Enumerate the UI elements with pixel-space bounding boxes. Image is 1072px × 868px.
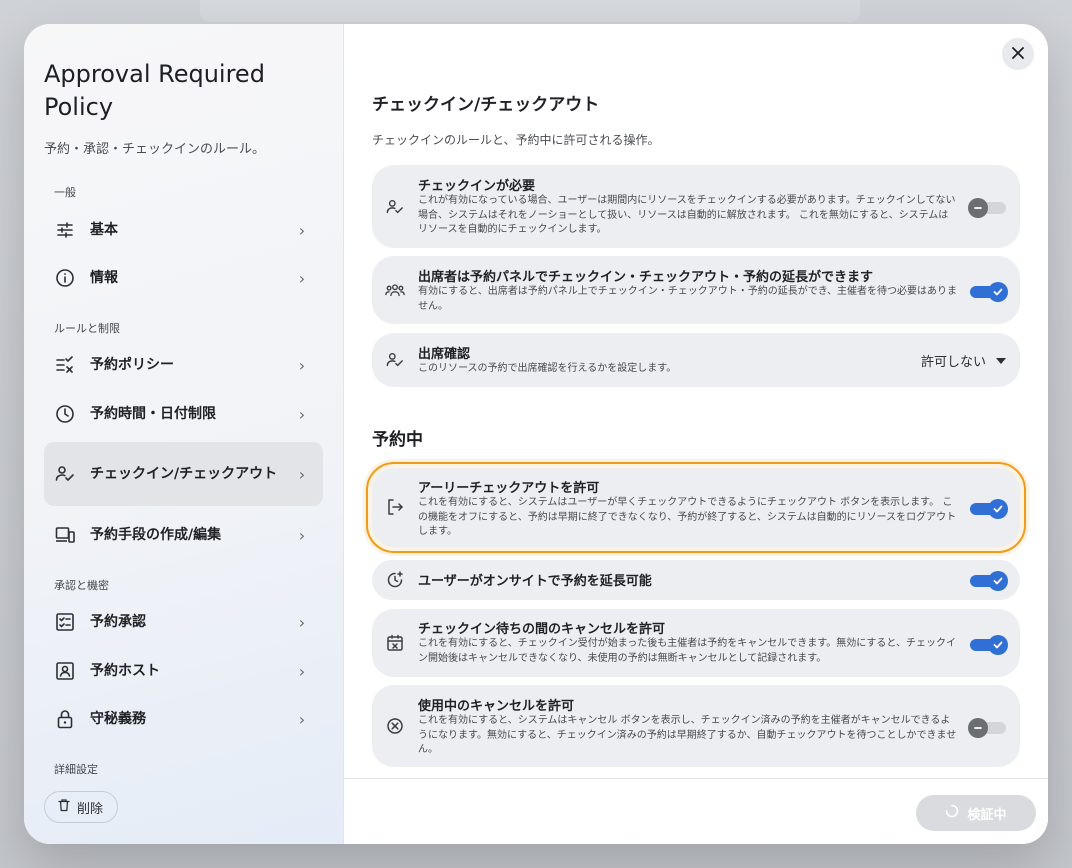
setting-card-checkin-required: チェックインが必要 これが有効になっている場合、ユーザーは期間内にリソースをチェ…: [372, 165, 1020, 248]
info-icon: [54, 267, 76, 289]
section-title-during-booking: 予約中: [372, 430, 423, 450]
trash-icon: [57, 798, 71, 816]
setting-title: ユーザーがオンサイトで予約を延長可能: [418, 574, 652, 589]
sidebar-item-booking-policy[interactable]: 予約ポリシー ›: [44, 343, 323, 387]
host-badge-icon: [54, 660, 76, 682]
chevron-right-icon: ›: [298, 661, 306, 681]
delete-label: 削除: [77, 801, 104, 817]
section-description-checkin: チェックインのルールと、予約中に許可される操作。: [372, 133, 660, 147]
setting-title: チェックインが必要: [418, 179, 536, 194]
modal-footer: 検証中: [344, 778, 1048, 844]
calendar-x-icon: [385, 633, 405, 653]
sidebar-item-booking-methods[interactable]: 予約手段の作成/編集 ›: [44, 513, 323, 557]
sidebar-item-label: 守秘義務: [90, 711, 146, 727]
sidebar-item-label: チェックイン/チェックアウト: [90, 466, 278, 482]
sidebar-item-label: 情報: [90, 270, 118, 286]
section-title-checkin: チェックイン/チェックアウト: [372, 95, 600, 115]
sidebar-item-booking-approval[interactable]: 予約承認 ›: [44, 600, 323, 644]
person-check-icon: [385, 197, 405, 217]
chevron-right-icon: ›: [298, 404, 306, 424]
logout-icon: [385, 497, 405, 517]
policy-modal: Approval Required Policy 予約・承認・チェックインのルー…: [24, 24, 1048, 844]
setting-title: アーリーチェックアウトを許可: [418, 481, 600, 496]
chevron-right-icon: ›: [298, 464, 306, 484]
page-subtitle: 予約・承認・チェックインのルール。: [44, 142, 266, 157]
setting-card-attendee-panel: 出席者は予約パネルでチェックイン・チェックアウト・予約の延長ができます 有効にす…: [372, 256, 1020, 324]
setting-title: 使用中のキャンセルを許可: [418, 699, 575, 714]
chevron-right-icon: ›: [298, 355, 306, 375]
early-checkout-toggle[interactable]: [970, 499, 1008, 519]
caret-down-icon: [996, 353, 1006, 368]
sidebar: Approval Required Policy 予約・承認・チェックインのルー…: [24, 24, 344, 844]
close-button[interactable]: [1002, 38, 1034, 70]
person-check-icon: [54, 463, 76, 485]
sidebar-item-info[interactable]: 情報 ›: [44, 256, 323, 300]
sidebar-item-booking-host[interactable]: 予約ホスト ›: [44, 649, 323, 693]
delete-button[interactable]: 削除: [44, 791, 119, 823]
chevron-right-icon: ›: [298, 612, 306, 632]
attendee-panel-toggle[interactable]: [970, 282, 1008, 302]
sidebar-item-time-limits[interactable]: 予約時間・日付制限 ›: [44, 392, 323, 436]
verify-button[interactable]: 検証中: [916, 795, 1036, 831]
sidebar-item-label: 基本: [90, 222, 118, 238]
background-bar: [200, 0, 860, 22]
cancel-in-use-toggle[interactable]: [968, 718, 1006, 738]
setting-description: これを有効にすると、システムはキャンセル ボタンを表示し、チェックイン済みの予約…: [418, 715, 957, 755]
attendance-confirmation-select[interactable]: 許可しない: [921, 351, 1006, 370]
sidebar-item-checkin-checkout[interactable]: チェックイン/チェックアウト ›: [44, 442, 323, 506]
chevron-right-icon: ›: [298, 525, 306, 545]
group-icon: [385, 280, 405, 300]
setting-card-cancel-in-use: 使用中のキャンセルを許可 これを有効にすると、システムはキャンセル ボタンを表示…: [372, 685, 1020, 767]
lock-icon: [54, 708, 76, 730]
sidebar-item-label: 予約ホスト: [90, 663, 160, 679]
section-label-approval: 承認と機密: [54, 579, 109, 592]
sidebar-item-label: 予約手段の作成/編集: [90, 527, 222, 543]
section-label-rules: ルールと制限: [54, 322, 120, 335]
setting-description: 有効にすると、出席者は予約パネル上でチェックイン・チェックアウト・予約の延長がで…: [418, 286, 957, 312]
verify-label: 検証中: [967, 807, 1007, 823]
chevron-right-icon: ›: [298, 709, 306, 729]
checkin-required-toggle[interactable]: [968, 198, 1006, 218]
onsite-extend-toggle[interactable]: [970, 571, 1008, 591]
spinner-icon: [945, 804, 959, 822]
section-label-general: 一般: [54, 186, 76, 199]
setting-description: このリソースの予約で出席確認を行えるかを設定します。: [418, 363, 677, 374]
setting-card-cancel-while-waiting: チェックイン待ちの間のキャンセルを許可 これを有効にすると、チェックイン受付が始…: [372, 609, 1020, 677]
setting-title: 出席確認: [418, 347, 471, 362]
chevron-right-icon: ›: [298, 220, 306, 240]
setting-description: これを有効にすると、チェックイン受付が始まった後も主催者は予約をキャンセルできま…: [418, 638, 956, 664]
setting-title: 出席者は予約パネルでチェックイン・チェックアウト・予約の延長ができます: [418, 270, 874, 285]
setting-card-attendance-confirmation: 出席確認 このリソースの予約で出席確認を行えるかを設定します。 許可しない: [372, 333, 1020, 387]
circle-x-icon: [385, 716, 405, 736]
setting-title: チェックイン待ちの間のキャンセルを許可: [418, 622, 666, 637]
clock-plus-icon: [385, 570, 405, 590]
sidebar-item-basic[interactable]: 基本 ›: [44, 208, 323, 252]
section-label-advanced: 詳細設定: [54, 763, 98, 776]
sliders-icon: [54, 219, 76, 241]
approval-icon: [54, 611, 76, 633]
clock-icon: [54, 403, 76, 425]
checklist-x-icon: [54, 354, 76, 376]
setting-description: これが有効になっている場合、ユーザーは期間内にリソースをチェックインする必要があ…: [418, 195, 956, 235]
sidebar-item-confidentiality[interactable]: 守秘義務 ›: [44, 697, 323, 741]
sidebar-item-label: 予約承認: [90, 614, 146, 630]
page-title: Approval Required Policy: [44, 60, 265, 121]
main-panel: チェックイン/チェックアウト チェックインのルールと、予約中に許可される操作。 …: [344, 24, 1048, 844]
devices-icon: [54, 524, 76, 546]
chevron-right-icon: ›: [298, 268, 306, 288]
close-icon: [1011, 45, 1025, 64]
setting-card-onsite-extend: ユーザーがオンサイトで予約を延長可能: [372, 560, 1020, 600]
person-check-icon: [385, 350, 405, 370]
select-value: 許可しない: [920, 355, 986, 370]
setting-card-early-checkout: アーリーチェックアウトを許可 これを有効にすると、システムはユーザーが早くチェッ…: [366, 462, 1026, 553]
cancel-while-waiting-toggle[interactable]: [970, 635, 1008, 655]
sidebar-item-label: 予約時間・日付制限: [90, 406, 216, 422]
sidebar-item-label: 予約ポリシー: [90, 357, 174, 373]
setting-description: これを有効にすると、システムはユーザーが早くチェックアウトできるようにチェックア…: [418, 497, 957, 537]
